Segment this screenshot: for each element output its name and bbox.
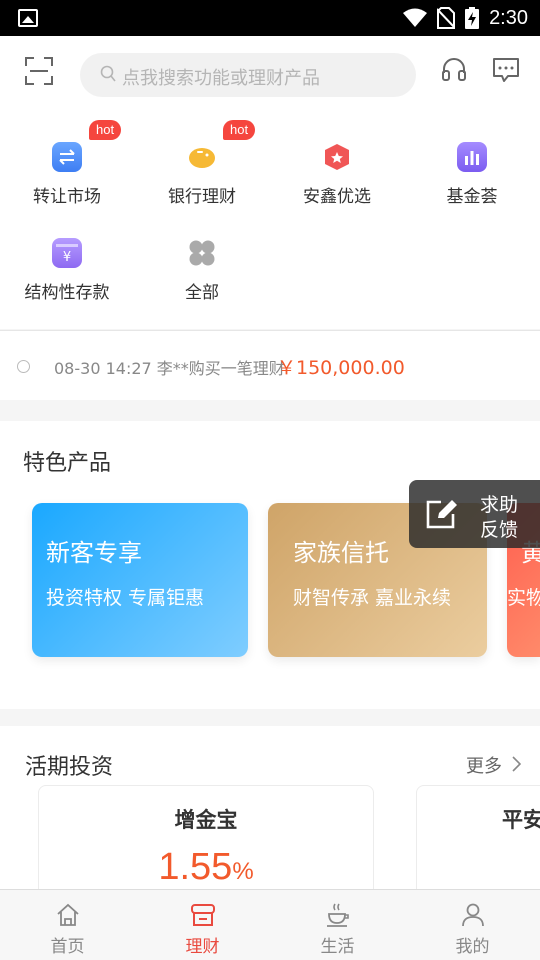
search-placeholder: 点我搜索功能或理财产品 bbox=[122, 68, 320, 89]
status-bar: 2:30 bbox=[0, 0, 540, 36]
feedback-line1: 求助 bbox=[480, 494, 519, 516]
bar-chart-icon bbox=[457, 142, 487, 172]
rate-value: 1.55 bbox=[158, 846, 233, 888]
search-icon bbox=[100, 65, 116, 82]
message-icon[interactable] bbox=[492, 56, 520, 84]
ticker-text: 08-30 14:27 李**购买一笔理财 bbox=[54, 359, 285, 378]
search-input[interactable]: 点我搜索功能或理财产品 bbox=[80, 53, 416, 97]
medal-icon bbox=[322, 142, 352, 172]
hot-badge: hot bbox=[223, 120, 256, 140]
rate-unit: % bbox=[232, 858, 254, 885]
deposit-box-icon: ¥ bbox=[52, 238, 82, 268]
menu-label: 安鑫优选 bbox=[303, 187, 371, 207]
tab-life[interactable]: 生活 bbox=[270, 890, 405, 960]
menu-label: 全部 bbox=[185, 283, 219, 303]
tab-mine[interactable]: 我的 bbox=[405, 890, 540, 960]
purchase-ticker[interactable]: 08-30 14:27 李**购买一笔理财 ￥150,000.00 bbox=[0, 330, 540, 400]
product-name: 增金宝 bbox=[174, 808, 238, 832]
menu-item-all[interactable]: 全部 bbox=[135, 238, 269, 303]
help-feedback-button[interactable]: 求助 反馈 bbox=[409, 480, 540, 548]
menu-label: 结构性存款 bbox=[24, 283, 110, 303]
piggy-bank-icon bbox=[187, 142, 217, 172]
tab-label: 我的 bbox=[455, 937, 490, 957]
user-icon bbox=[462, 903, 484, 927]
more-link[interactable]: 更多 bbox=[466, 752, 502, 778]
card-title: 家族信托 bbox=[293, 539, 389, 567]
menu-label: 基金荟 bbox=[446, 187, 498, 207]
demand-card-pingan[interactable]: 平安 bbox=[416, 785, 540, 905]
demand-investment-section: 活期投资 更多 增金宝 1.55% 平安 bbox=[0, 726, 540, 905]
bottom-tab-bar: 首页 理财 生活 我的 bbox=[0, 889, 540, 960]
tab-wealth[interactable]: 理财 bbox=[135, 890, 270, 960]
gallery-notification-icon bbox=[18, 9, 38, 27]
grid-all-icon bbox=[187, 238, 217, 268]
menu-label: 银行理财 bbox=[168, 187, 236, 207]
menu-label: 转让市场 bbox=[33, 187, 101, 207]
wealth-store-icon bbox=[191, 904, 215, 926]
scan-icon[interactable] bbox=[24, 56, 54, 86]
coffee-cup-icon bbox=[327, 903, 349, 927]
product-card-new-customer[interactable]: 新客专享 投资特权 专属钜惠 bbox=[32, 503, 248, 657]
headset-icon[interactable] bbox=[440, 56, 468, 84]
svg-text:¥: ¥ bbox=[63, 250, 71, 265]
home-icon bbox=[57, 903, 79, 926]
tab-label: 生活 bbox=[320, 937, 355, 957]
hot-badge: hot bbox=[89, 120, 122, 140]
edit-icon bbox=[426, 500, 457, 529]
ticker-dot-icon bbox=[17, 360, 30, 373]
tab-home[interactable]: 首页 bbox=[0, 890, 135, 960]
menu-item-fund-hub[interactable]: 基金荟 bbox=[405, 142, 539, 207]
product-name: 平安 bbox=[502, 808, 540, 832]
transfer-market-icon bbox=[52, 142, 82, 172]
section-title: 活期投资 bbox=[25, 755, 114, 780]
tab-label: 首页 bbox=[50, 937, 85, 957]
tab-label: 理财 bbox=[185, 937, 220, 957]
quick-menu: 转让市场 hot 银行理财 hot 安鑫优选 基金荟 ¥ 结构性存款 全部 bbox=[0, 112, 540, 329]
product-rate: 1.55% bbox=[39, 846, 373, 889]
card-subtitle: 投资特权 专属钜惠 bbox=[46, 587, 205, 609]
feedback-line2: 反馈 bbox=[480, 519, 519, 541]
section-title: 特色产品 bbox=[23, 451, 112, 476]
top-header: 点我搜索功能或理财产品 bbox=[0, 36, 540, 112]
menu-item-bank-wealth[interactable]: 银行理财 bbox=[135, 142, 269, 207]
chevron-right-icon[interactable] bbox=[511, 756, 521, 772]
card-subtitle: 财智传承 嘉业永续 bbox=[293, 587, 452, 609]
no-sim-icon bbox=[437, 7, 456, 29]
featured-section: 特色产品 新客专享 投资特权 专属钜惠 家族信托 财智传承 嘉业永续 黄 实物 bbox=[0, 421, 540, 709]
demand-card-zengjinbao[interactable]: 增金宝 1.55% bbox=[38, 785, 374, 905]
status-time: 2:30 bbox=[489, 6, 528, 29]
menu-item-structured-deposit[interactable]: ¥ 结构性存款 bbox=[0, 238, 134, 303]
menu-item-anxin-select[interactable]: 安鑫优选 bbox=[270, 142, 404, 207]
ticker-amount: ￥150,000.00 bbox=[277, 357, 405, 379]
battery-charging-icon bbox=[465, 7, 480, 29]
card-title: 新客专享 bbox=[46, 539, 142, 567]
wifi-icon bbox=[403, 8, 428, 27]
menu-item-transfer-market[interactable]: 转让市场 bbox=[0, 142, 134, 207]
card-subtitle: 实物 bbox=[507, 587, 540, 609]
